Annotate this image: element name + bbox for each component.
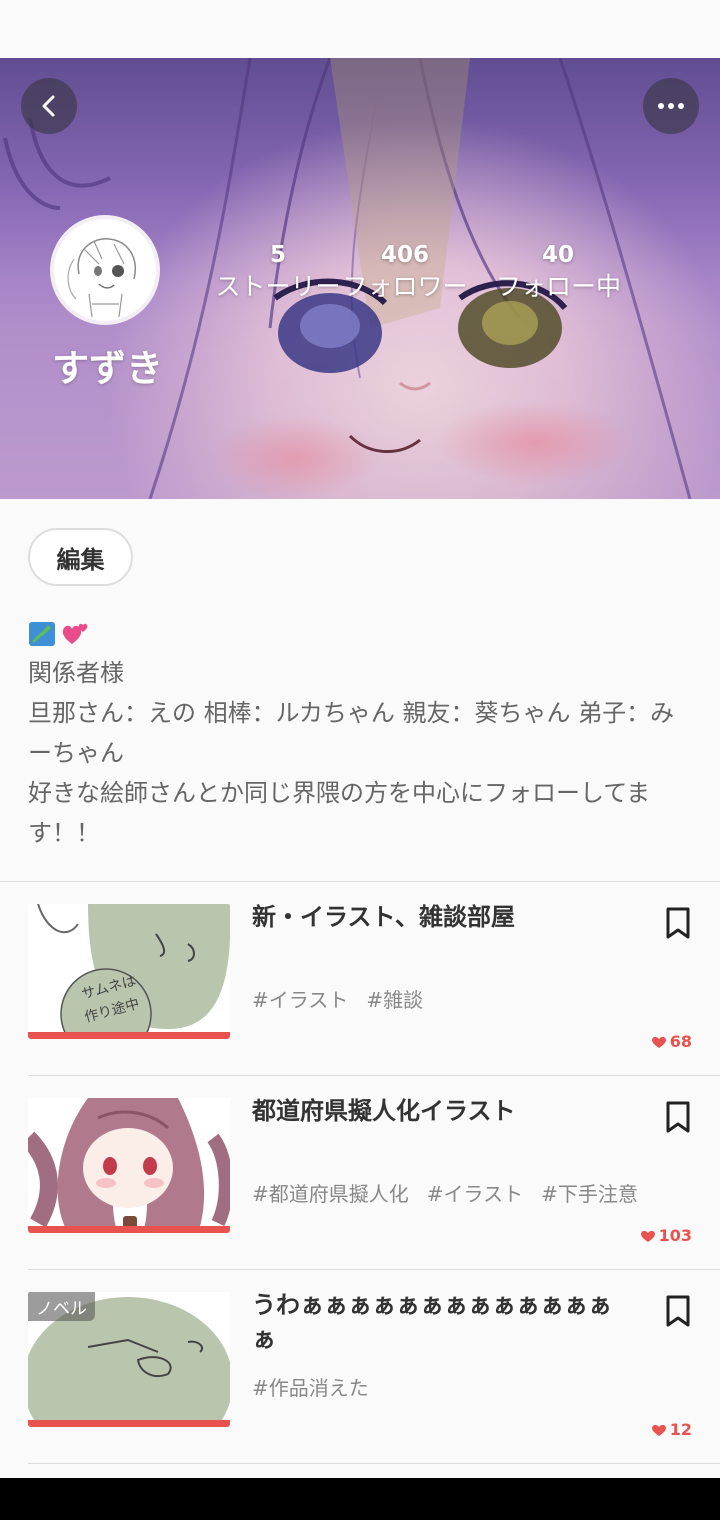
username: すずき xyxy=(52,347,163,390)
bookmark-icon[interactable] xyxy=(664,906,692,940)
stat-following-label: フォロー中 xyxy=(496,272,622,301)
story-tags: #イラスト #雑談 xyxy=(252,984,441,1013)
system-navigation-bar xyxy=(0,1478,720,1520)
more-options-button[interactable] xyxy=(643,78,699,134)
story-likes-count: 68 xyxy=(669,1032,692,1051)
thumbnail-illustration: サムネは 作り途中 xyxy=(28,904,230,1039)
story-tags: #都道府県擬人化 #イラスト #下手注意 xyxy=(252,1178,656,1207)
story-item[interactable]: ノベル うわぁぁぁぁぁぁぁぁぁぁぁぁぁぁ #作品消えた 12 xyxy=(0,1270,720,1464)
story-title[interactable]: うわぁぁぁぁぁぁぁぁぁぁぁぁぁぁ xyxy=(252,1288,612,1356)
story-likes: 68 xyxy=(651,1032,692,1051)
story-likes: 103 xyxy=(640,1226,692,1245)
bookmark-icon[interactable] xyxy=(664,1294,692,1328)
stat-followers[interactable]: 406 フォロワー xyxy=(342,240,468,304)
story-likes-count: 103 xyxy=(658,1226,692,1245)
bio-emoji-line xyxy=(28,615,694,653)
back-button[interactable] xyxy=(21,78,77,134)
stat-stories-label: ストーリー xyxy=(215,272,341,301)
thumbnail-illustration xyxy=(28,1098,230,1233)
story-tags: #作品消えた xyxy=(252,1372,387,1401)
stat-followers-count: 406 xyxy=(380,242,429,268)
heart-icon xyxy=(651,1036,666,1048)
more-horizontal-icon xyxy=(658,103,684,109)
story-thumbnail[interactable]: ノベル xyxy=(28,1292,230,1427)
story-item[interactable]: 都道府県擬人化イラスト #都道府県擬人化 #イラスト #下手注意 103 xyxy=(0,1076,720,1270)
heart-icon xyxy=(640,1230,655,1242)
story-tag[interactable]: #イラスト xyxy=(427,1182,523,1206)
story-item[interactable]: サムネは 作り途中 新・イラスト、雑談部屋 #イラスト #雑談 68 xyxy=(0,882,720,1076)
story-title[interactable]: 都道府県擬人化イラスト xyxy=(252,1094,612,1128)
stat-followers-label: フォロワー xyxy=(342,272,468,301)
story-likes-count: 12 xyxy=(669,1420,692,1439)
bio-line-2: 旦那さん：えの 相棒：ルカちゃん 親友：葵ちゃん 弟子：みーちゃん xyxy=(28,699,675,767)
japan-map-emoji xyxy=(29,622,55,646)
avatar-illustration xyxy=(54,219,156,321)
story-tag[interactable]: #下手注意 xyxy=(541,1182,638,1206)
bookmark-icon[interactable] xyxy=(664,1100,692,1134)
edit-profile-button[interactable]: 編集 xyxy=(28,528,133,586)
novel-badge: ノベル xyxy=(28,1292,95,1321)
story-thumbnail[interactable] xyxy=(28,1098,230,1233)
stat-following-count: 40 xyxy=(541,242,574,268)
story-title[interactable]: 新・イラスト、雑談部屋 xyxy=(252,900,612,934)
profile-bio: 関係者様 旦那さん：えの 相棒：ルカちゃん 親友：葵ちゃん 弟子：みーちゃん 好… xyxy=(28,615,694,853)
story-tag[interactable]: #イラスト xyxy=(252,988,348,1012)
two-hearts-emoji xyxy=(62,623,88,644)
stat-stories-count: 5 xyxy=(269,242,286,268)
avatar[interactable] xyxy=(50,215,160,325)
bio-line-3: 好きな絵師さんとか同じ界隈の方を中心にフォローしてます！！ xyxy=(28,779,651,847)
story-tag[interactable]: #都道府県擬人化 xyxy=(252,1182,409,1206)
stat-following[interactable]: 40 フォロー中 xyxy=(496,240,622,304)
heart-icon xyxy=(651,1424,666,1436)
story-thumbnail[interactable]: サムネは 作り途中 xyxy=(28,904,230,1039)
story-tag[interactable]: #作品消えた xyxy=(252,1376,369,1400)
chevron-left-icon xyxy=(42,95,55,117)
stat-stories[interactable]: 5 ストーリー xyxy=(188,240,368,304)
status-bar xyxy=(0,0,720,58)
story-likes: 12 xyxy=(651,1420,692,1439)
story-tag[interactable]: #雑談 xyxy=(366,988,423,1012)
bio-line-1: 関係者様 xyxy=(28,659,124,687)
